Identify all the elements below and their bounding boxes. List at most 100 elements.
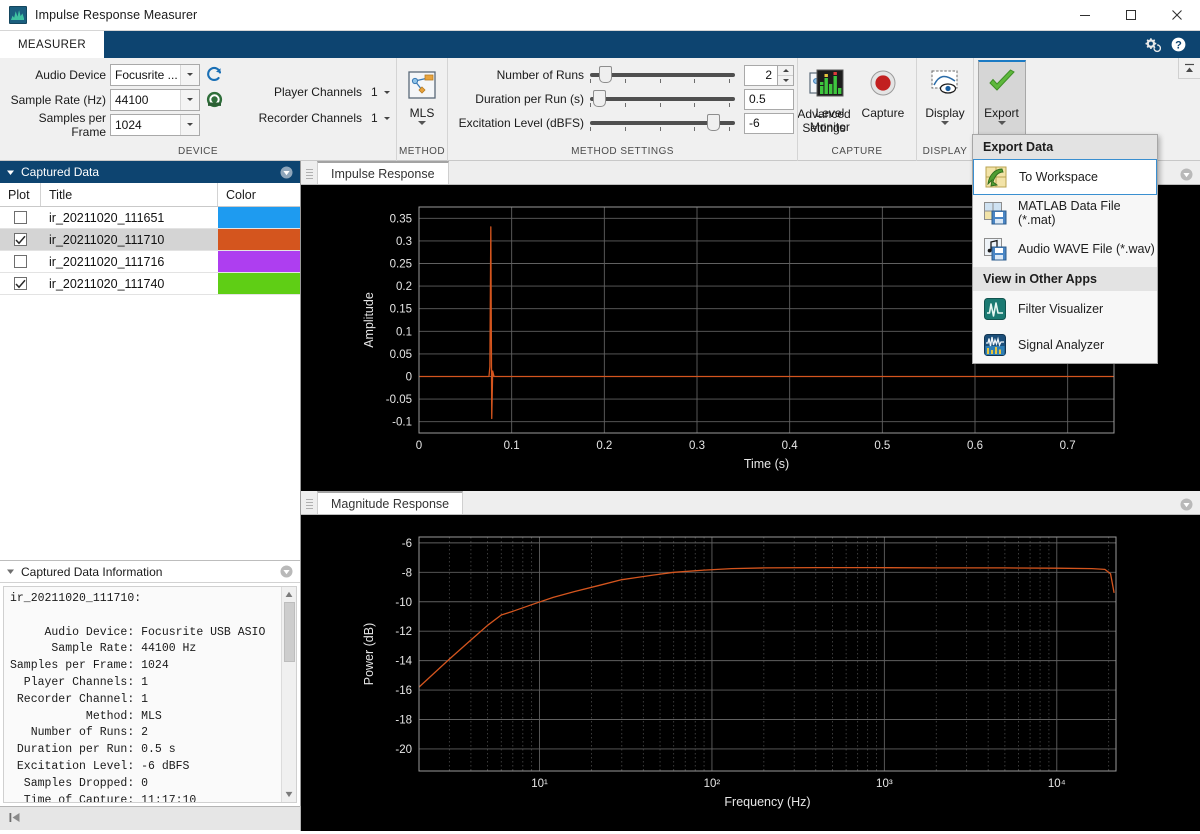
tab-measurer[interactable]: MEASURER: [0, 31, 104, 58]
menu-item-wav-file[interactable]: Audio WAVE File (*.wav): [973, 231, 1157, 267]
svg-text:0.05: 0.05: [390, 349, 412, 361]
number-of-runs-value[interactable]: 2: [744, 65, 778, 86]
help-icon[interactable]: ?: [1170, 36, 1187, 53]
panel-options-icon[interactable]: [1180, 498, 1193, 511]
svg-text:10⁴: 10⁴: [1048, 778, 1066, 790]
sample-rate-value: 44100: [115, 93, 180, 107]
duration-per-run-value[interactable]: 0.5: [744, 89, 794, 110]
plot-checkbox-cell[interactable]: [0, 207, 41, 228]
export-button[interactable]: Export: [978, 60, 1026, 144]
collapse-ribbon-icon[interactable]: [1178, 58, 1200, 79]
drag-grip-icon[interactable]: [304, 165, 315, 182]
panel-options-icon[interactable]: [280, 565, 293, 578]
menu-item-label: To Workspace: [1019, 170, 1098, 184]
column-header-color[interactable]: Color: [218, 183, 300, 206]
scroll-up-icon[interactable]: [282, 587, 296, 602]
color-swatch[interactable]: [218, 229, 300, 250]
go-to-start-icon[interactable]: [8, 811, 21, 827]
ribbon-tab-bar: MEASURER ?: [0, 31, 1200, 58]
view-in-other-apps-header: View in Other Apps: [973, 267, 1157, 291]
color-swatch[interactable]: [218, 207, 300, 228]
chevron-down-icon[interactable]: [998, 121, 1006, 125]
duration-per-run-label: Duration per Run (s): [455, 92, 590, 106]
chevron-down-icon[interactable]: [941, 121, 949, 125]
to-workspace-icon: [984, 165, 1008, 189]
scroll-down-icon[interactable]: [282, 787, 296, 802]
sample-rate-row: Sample Rate (Hz) 44100: [7, 88, 224, 111]
excitation-level-value[interactable]: -6: [744, 113, 794, 134]
svg-text:?: ?: [1175, 39, 1182, 51]
maximize-icon[interactable]: [1108, 0, 1154, 31]
scrollbar-thumb[interactable]: [284, 602, 295, 662]
sample-rate-combo[interactable]: 44100: [110, 89, 200, 111]
caret-down-icon[interactable]: [6, 567, 15, 576]
minimize-icon[interactable]: [1062, 0, 1108, 31]
number-of-runs-row: Number of Runs 2: [455, 63, 794, 87]
plot-checkbox[interactable]: [14, 277, 27, 290]
plot-checkbox-cell[interactable]: [0, 273, 41, 294]
plot-checkbox[interactable]: [14, 233, 27, 246]
table-row[interactable]: ir_20211020_111716: [0, 251, 300, 273]
chevron-down-icon[interactable]: [180, 65, 199, 85]
group-title-capture: CAPTURE: [798, 145, 916, 161]
plot-checkbox-cell[interactable]: [0, 251, 41, 272]
close-icon[interactable]: [1154, 0, 1200, 31]
menu-item-to-workspace[interactable]: To Workspace: [973, 159, 1157, 195]
svg-text:0: 0: [406, 372, 412, 384]
display-button[interactable]: Display: [921, 62, 969, 144]
svg-text:-0.05: -0.05: [386, 394, 412, 406]
menu-item-signal-analyzer[interactable]: Signal Analyzer: [973, 327, 1157, 363]
menu-item-mat-file[interactable]: MATLAB Data File (*.mat): [973, 195, 1157, 231]
chevron-down-icon[interactable]: [180, 115, 199, 135]
color-cell[interactable]: [218, 229, 300, 250]
tab-impulse-response[interactable]: Impulse Response: [317, 161, 449, 184]
number-of-runs-slider[interactable]: [590, 64, 735, 86]
refresh-devices-icon[interactable]: [205, 65, 224, 84]
capture-button[interactable]: Capture: [857, 62, 909, 144]
device-settings-icon[interactable]: [205, 90, 224, 109]
magnitude-response-plot[interactable]: -20-18-16-14-12-10-8-610¹10²10³10⁴Freque…: [301, 515, 1200, 806]
duration-per-run-slider[interactable]: [590, 88, 735, 110]
level-monitor-button[interactable]: Level Monitor: [805, 62, 855, 144]
chevron-down-icon[interactable]: [180, 90, 199, 110]
plot-checkbox[interactable]: [14, 255, 27, 268]
menu-item-filter-visualizer[interactable]: Filter Visualizer: [973, 291, 1157, 327]
color-cell[interactable]: [218, 251, 300, 272]
color-swatch[interactable]: [218, 273, 300, 294]
table-row[interactable]: ir_20211020_111740: [0, 273, 300, 295]
menu-item-label: Audio WAVE File (*.wav): [1018, 242, 1155, 256]
audio-device-combo[interactable]: Focusrite ...: [110, 64, 200, 86]
panel-options-icon[interactable]: [280, 166, 293, 179]
chevron-down-icon[interactable]: [418, 121, 426, 125]
drag-grip-icon[interactable]: [304, 495, 315, 512]
excitation-level-slider[interactable]: [590, 112, 735, 134]
samples-per-frame-combo[interactable]: 1024: [110, 114, 200, 136]
table-row[interactable]: ir_20211020_111710: [0, 229, 300, 251]
plot-checkbox[interactable]: [14, 211, 27, 224]
color-cell[interactable]: [218, 273, 300, 294]
info-scrollbar[interactable]: [281, 587, 296, 802]
number-of-runs-stepper[interactable]: [778, 65, 794, 86]
tab-magnitude-response[interactable]: Magnitude Response: [317, 491, 463, 514]
chevron-down-icon[interactable]: [384, 117, 390, 120]
captured-info-body: ir_20211020_111710: Audio Device: Focusr…: [3, 586, 297, 803]
captured-data-information-panel: Captured Data Information ir_20211020_11…: [0, 560, 300, 806]
chevron-down-icon[interactable]: [384, 91, 390, 94]
captured-data-title: Captured Data: [21, 165, 99, 179]
table-row[interactable]: ir_20211020_111651: [0, 207, 300, 229]
svg-text:0.35: 0.35: [390, 213, 412, 225]
panel-options-icon[interactable]: [1180, 168, 1193, 181]
column-header-plot[interactable]: Plot: [0, 183, 41, 206]
color-swatch[interactable]: [218, 251, 300, 272]
column-header-title[interactable]: Title: [41, 183, 218, 206]
method-mls-button[interactable]: MLS: [398, 62, 446, 144]
svg-text:-18: -18: [395, 714, 412, 726]
color-cell[interactable]: [218, 207, 300, 228]
display-preview-icon: [928, 68, 962, 102]
caret-down-icon[interactable]: [6, 168, 15, 177]
title-bar: Impulse Response Measurer: [0, 0, 1200, 31]
plot-checkbox-cell[interactable]: [0, 229, 41, 250]
svg-text:Amplitude: Amplitude: [362, 292, 376, 348]
menu-item-label: MATLAB Data File (*.mat): [1018, 199, 1157, 227]
settings-icon[interactable]: [1144, 36, 1161, 53]
